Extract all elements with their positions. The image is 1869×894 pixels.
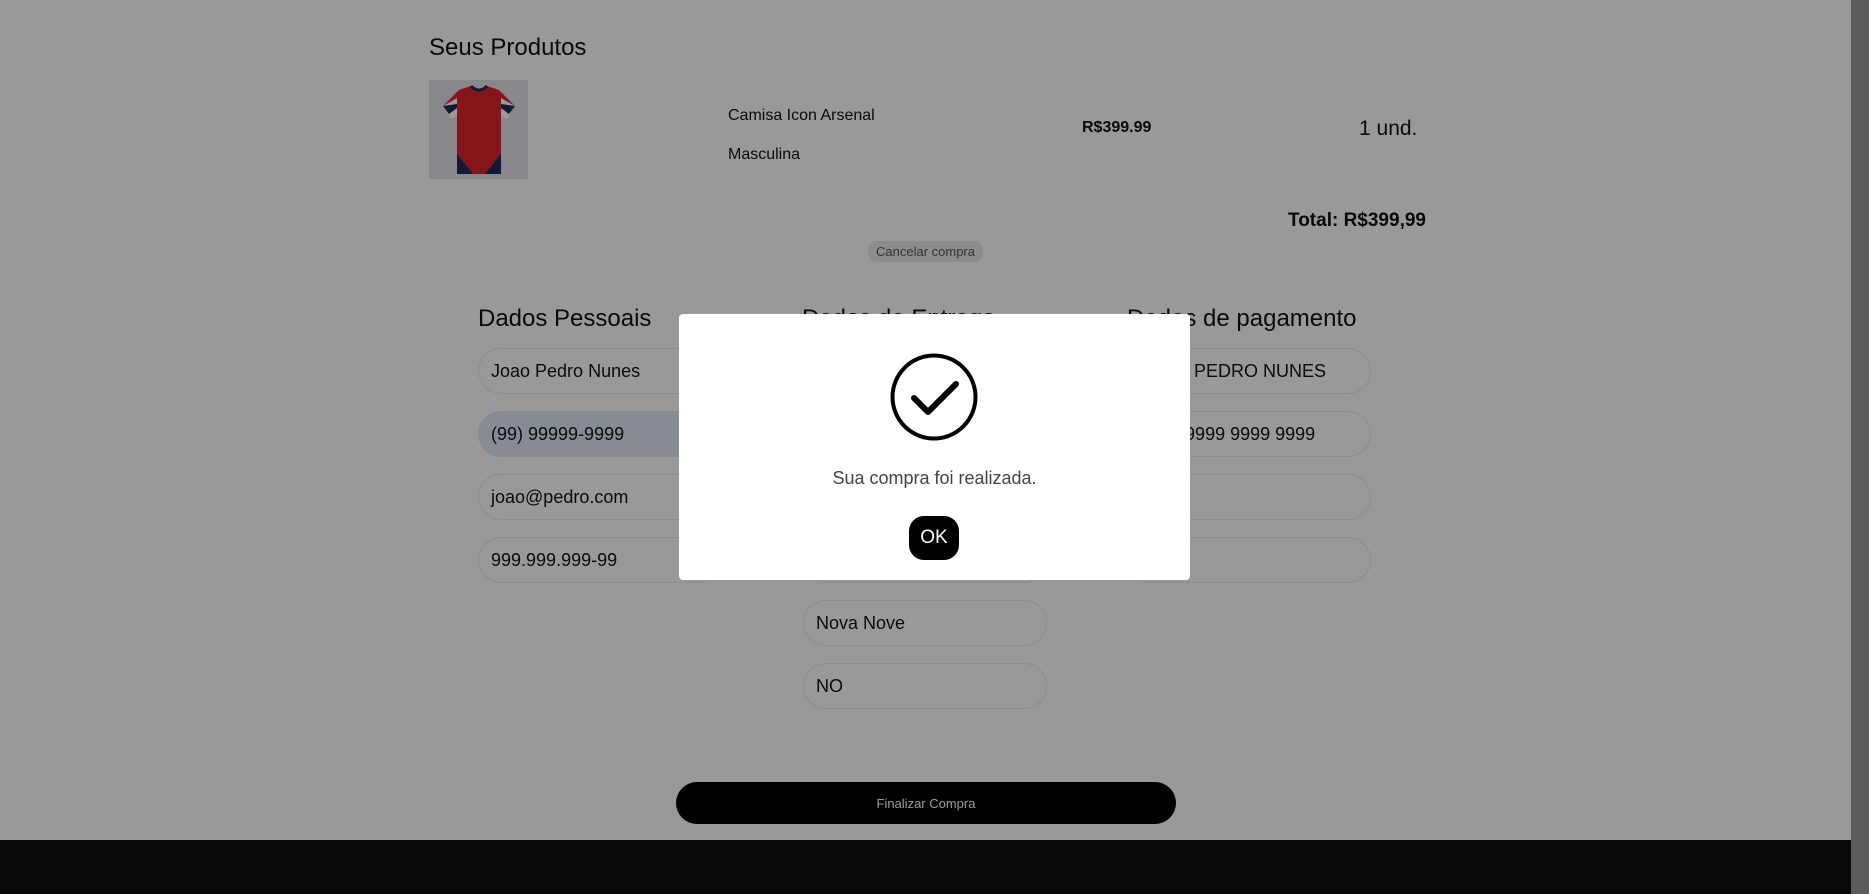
success-message: Sua compra foi realizada. — [832, 468, 1037, 488]
check-circle-icon — [890, 353, 978, 441]
success-modal: Sua compra foi realizada. OK — [679, 314, 1190, 580]
ok-button[interactable]: OK — [909, 516, 959, 560]
